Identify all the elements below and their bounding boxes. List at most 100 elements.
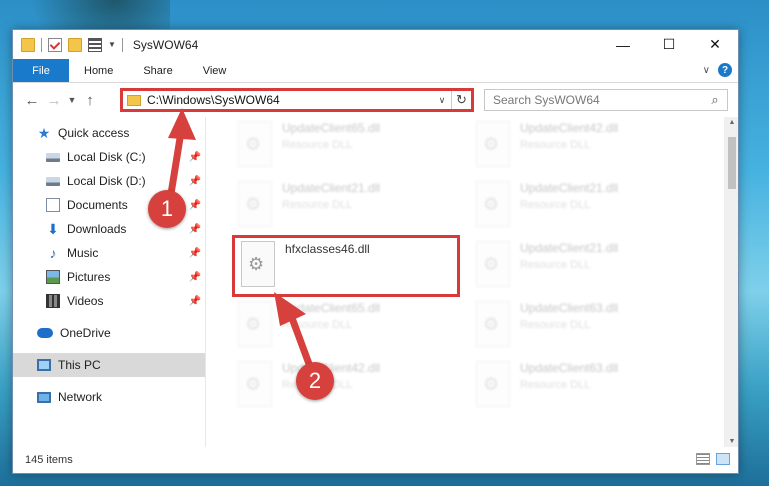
network-icon <box>37 391 51 403</box>
dll-file-icon <box>476 181 510 227</box>
file-name: UpdateClient63.dll <box>520 301 619 315</box>
nav-label: Quick access <box>58 126 130 140</box>
pin-icon[interactable]: 📌 <box>189 176 201 187</box>
new-folder-icon[interactable] <box>68 37 82 52</box>
pin-icon[interactable]: 📌 <box>189 296 201 307</box>
chevron-down-icon[interactable]: ∨ <box>433 95 451 106</box>
dll-file-icon <box>241 241 275 287</box>
pictures-icon <box>46 270 60 284</box>
tiles-view-icon[interactable] <box>716 453 730 465</box>
step-2-badge: 2 <box>296 362 334 400</box>
forward-arrow-icon[interactable]: → <box>43 92 65 109</box>
step-1-badge: 1 <box>148 190 186 228</box>
cloud-icon <box>37 328 53 338</box>
pin-icon[interactable]: 📌 <box>189 272 201 283</box>
scroll-down-icon[interactable]: ▼ <box>725 438 739 445</box>
file-type: Resource DLL <box>520 199 591 211</box>
content-area: ★ Quick access Local Disk (C:) 📌 Local D… <box>13 117 738 447</box>
view-toggle <box>696 453 730 465</box>
window-title: SysWOW64 <box>132 37 199 52</box>
file-tile[interactable]: UpdateClient63.dll Resource DLL <box>470 297 700 353</box>
tab-share[interactable]: Share <box>128 59 187 82</box>
refresh-icon[interactable]: ↻ <box>451 91 471 109</box>
caption-buttons: — ☐ ✕ <box>600 30 738 59</box>
nav-label: Pictures <box>67 270 111 284</box>
tab-view[interactable]: View <box>188 59 242 82</box>
nav-pictures[interactable]: Pictures 📌 <box>13 265 205 289</box>
search-placeholder[interactable]: Search SysWOW64 <box>493 93 703 107</box>
videos-icon <box>46 294 60 308</box>
folder-icon <box>127 94 141 106</box>
dll-file-icon <box>476 121 510 167</box>
nav-music[interactable]: ♪ Music 📌 <box>13 241 205 265</box>
maximize-button[interactable]: ☐ <box>646 30 692 59</box>
customize-toolbar-icon[interactable]: ▼ <box>108 40 116 49</box>
pin-icon[interactable]: 📌 <box>189 248 201 259</box>
nav-videos[interactable]: Videos 📌 <box>13 289 205 313</box>
file-tile[interactable]: UpdateClient42.dll Resource DLL <box>470 117 700 173</box>
nav-label: Local Disk (C:) <box>67 150 146 164</box>
vertical-scrollbar[interactable]: ▲ ▼ <box>724 117 738 447</box>
documents-icon <box>46 198 60 212</box>
file-name: UpdateClient65.dll <box>282 121 381 135</box>
properties-icon[interactable] <box>88 37 102 52</box>
dll-file-icon <box>476 301 510 347</box>
dll-file-icon <box>476 361 510 407</box>
nav-label: Videos <box>67 294 104 308</box>
close-button[interactable]: ✕ <box>692 30 738 59</box>
file-tile[interactable]: UpdateClient21.dll Resource DLL <box>470 237 700 293</box>
pin-icon[interactable]: 📌 <box>189 224 201 235</box>
tab-file[interactable]: File <box>13 59 69 82</box>
address-bar[interactable]: C:\Windows\SysWOW64 ∨ ↻ <box>120 88 474 112</box>
recent-locations-icon[interactable]: ▼ <box>65 95 79 105</box>
expand-ribbon-icon[interactable]: ∨ <box>703 65 710 76</box>
explorer-window: ▼ SysWOW64 — ☐ ✕ File Home Share View ∨ … <box>12 29 739 474</box>
details-view-icon[interactable] <box>696 453 710 465</box>
file-type: Resource DLL <box>520 139 591 151</box>
nav-onedrive[interactable]: OneDrive <box>13 321 205 345</box>
nav-local-disk-c[interactable]: Local Disk (C:) 📌 <box>13 145 205 169</box>
quick-access-toolbar: ▼ <box>13 37 123 52</box>
folder-icon <box>21 37 35 52</box>
file-name: UpdateClient63.dll <box>520 361 619 375</box>
file-tile[interactable]: UpdateClient65.dll Resource DLL <box>232 297 462 353</box>
minimize-button[interactable]: — <box>600 30 646 59</box>
scroll-up-icon[interactable]: ▲ <box>725 119 739 126</box>
file-name: UpdateClient21.dll <box>520 241 619 255</box>
file-name: UpdateClient42.dll <box>520 121 619 135</box>
file-name: hfxclasses46.dll <box>285 242 370 256</box>
nav-quick-access[interactable]: ★ Quick access <box>13 121 205 145</box>
dll-file-icon <box>476 241 510 287</box>
help-icon[interactable]: ? <box>718 63 732 77</box>
search-input[interactable]: Search SysWOW64 ⌕ <box>484 89 728 111</box>
file-tile[interactable]: UpdateClient63.dll Resource DLL <box>470 357 700 413</box>
file-tile[interactable]: UpdateClient42.dll Resource DLL <box>232 357 462 413</box>
divider <box>41 37 42 52</box>
file-name: UpdateClient21.dll <box>282 181 381 195</box>
scroll-thumb[interactable] <box>728 137 736 189</box>
pin-icon[interactable]: 📌 <box>189 152 201 163</box>
file-tile[interactable]: UpdateClient21.dll Resource DLL <box>470 177 700 233</box>
pin-icon[interactable]: 📌 <box>189 200 201 211</box>
nav-label: Network <box>58 390 103 404</box>
file-tile[interactable]: UpdateClient65.dll Resource DLL <box>232 117 462 173</box>
navigation-pane: ★ Quick access Local Disk (C:) 📌 Local D… <box>13 117 206 447</box>
tab-home[interactable]: Home <box>69 59 128 82</box>
up-arrow-icon[interactable]: ↑ <box>79 92 101 109</box>
file-list: UpdateClient65.dll Resource DLL UpdateCl… <box>206 117 724 447</box>
file-type: Resource DLL <box>282 199 353 211</box>
nav-label: Documents <box>67 198 128 212</box>
back-arrow-icon[interactable]: ← <box>21 92 43 109</box>
dll-file-icon <box>238 181 272 227</box>
nav-this-pc[interactable]: This PC <box>13 353 205 377</box>
address-path[interactable]: C:\Windows\SysWOW64 <box>147 93 433 107</box>
nav-local-disk-d[interactable]: Local Disk (D:) 📌 <box>13 169 205 193</box>
nav-network[interactable]: Network <box>13 385 205 409</box>
file-tile[interactable]: UpdateClient21.dll Resource DLL <box>232 177 462 233</box>
drive-icon <box>46 176 60 186</box>
properties-check-icon[interactable] <box>48 37 62 52</box>
file-tile-highlighted[interactable]: hfxclasses46.dll <box>232 235 460 297</box>
nav-label: OneDrive <box>60 326 111 340</box>
search-icon[interactable]: ⌕ <box>703 92 727 108</box>
address-row: ← → ▼ ↑ C:\Windows\SysWOW64 ∨ ↻ Search S… <box>13 83 738 117</box>
